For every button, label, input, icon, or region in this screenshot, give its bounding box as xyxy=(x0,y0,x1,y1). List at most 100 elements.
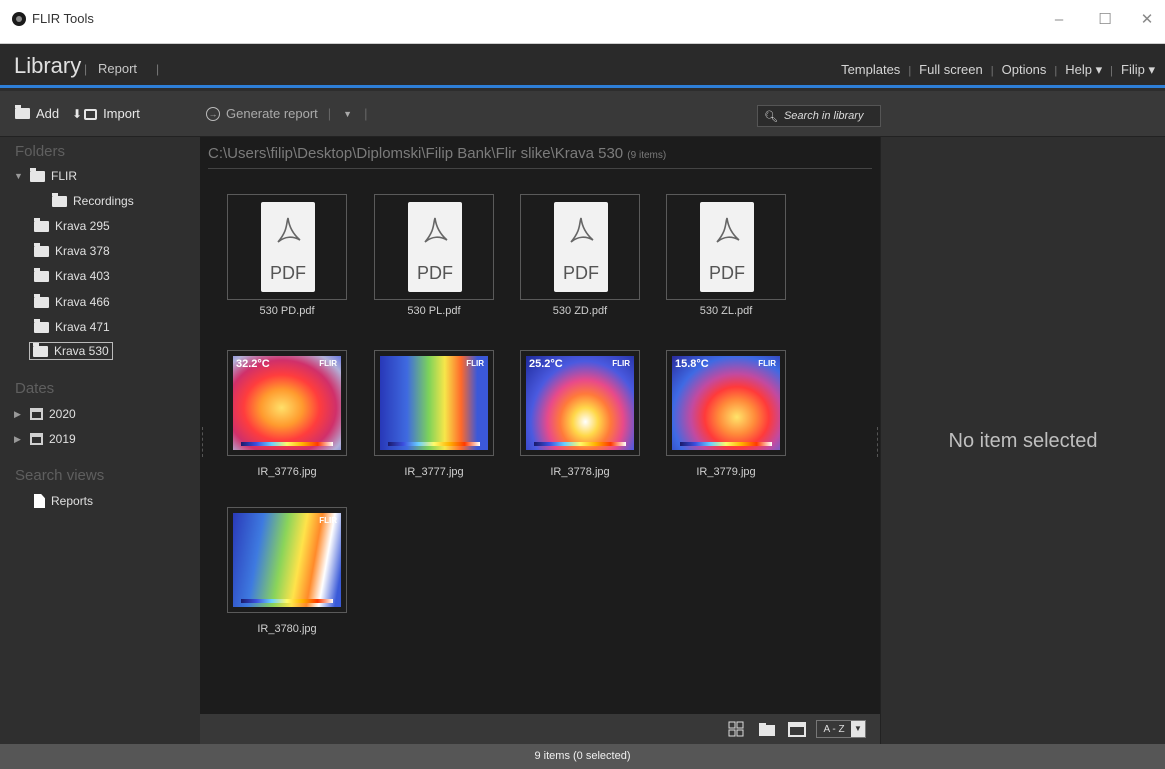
file-thumbnail[interactable]: PDF xyxy=(227,194,347,300)
temperature-readout: 25.2°C xyxy=(529,358,563,370)
report-tab[interactable]: Report xyxy=(98,61,137,76)
folder-icon xyxy=(52,192,67,207)
sort-label: A - Z xyxy=(823,723,845,735)
file-thumbnail[interactable]: FLIR xyxy=(374,350,494,456)
folder-item-krava-471[interactable]: Krava 471 xyxy=(34,318,110,336)
date-item-2020[interactable]: ▶ 2020 xyxy=(14,405,76,423)
file-name[interactable]: IR_3778.jpg xyxy=(520,466,640,478)
folder-item-krava-403[interactable]: Krava 403 xyxy=(34,267,110,285)
folder-label: Krava 403 xyxy=(55,269,110,283)
color-scale-bar xyxy=(241,442,333,446)
folder-label: Krava 471 xyxy=(55,320,110,334)
search-input[interactable]: 🔍︎ Search in library xyxy=(757,105,881,127)
generate-report-label: Generate report xyxy=(226,106,318,121)
generate-report-button[interactable]: → Generate report | ▼ | xyxy=(206,106,367,121)
date-item-2019[interactable]: ▶ 2019 xyxy=(14,430,76,448)
grid-view-icon[interactable] xyxy=(728,721,744,737)
import-label: Import xyxy=(103,106,140,121)
folder-label: Krava 530 xyxy=(54,344,109,358)
minimize-button[interactable]: – xyxy=(1044,8,1074,32)
file-thumbnail[interactable]: PDF xyxy=(374,194,494,300)
window-titlebar: FLIR Tools – ☐ ✕ xyxy=(0,0,1165,44)
thermal-image: FLIR xyxy=(233,513,341,607)
file-thumbnail[interactable]: 25.2°C FLIR xyxy=(520,350,640,456)
expand-arrow-icon[interactable]: ▶ xyxy=(14,409,24,420)
flir-logo: FLIR xyxy=(612,359,630,368)
file-name[interactable]: IR_3779.jpg xyxy=(666,466,786,478)
folder-icon xyxy=(34,217,49,232)
user-menu[interactable]: Filip ▾ xyxy=(1121,62,1155,77)
folder-icon xyxy=(33,342,48,357)
resize-handle[interactable] xyxy=(877,427,878,457)
expand-arrow-icon[interactable]: ▼ xyxy=(14,171,24,181)
library-toolbar: Add ⬇ Import → Generate report | ▼ | xyxy=(0,91,1165,137)
search-placeholder: Search in library xyxy=(783,110,864,122)
file-name[interactable]: 530 PL.pdf xyxy=(374,305,494,317)
library-sidebar: Folders ▼ FLIR Recordings Krava 295 Krav… xyxy=(0,137,200,744)
file-name[interactable]: 530 PD.pdf xyxy=(227,305,347,317)
folder-item-flir[interactable]: ▼ FLIR xyxy=(14,167,77,185)
temperature-readout: 15.8°C xyxy=(675,358,709,370)
expand-arrow-icon[interactable]: ▶ xyxy=(14,434,24,445)
folder-item-krava-378[interactable]: Krava 378 xyxy=(34,242,110,260)
folder-label: FLIR xyxy=(51,169,78,183)
folder-item-recordings[interactable]: Recordings xyxy=(52,192,134,210)
resize-handle[interactable] xyxy=(202,427,203,457)
thermal-image: FLIR xyxy=(380,356,488,450)
pdf-badge: PDF xyxy=(709,263,745,283)
templates-menu[interactable]: Templates xyxy=(841,62,900,77)
calendar-icon xyxy=(30,433,43,445)
options-menu[interactable]: Options xyxy=(1002,62,1047,77)
folder-item-krava-466[interactable]: Krava 466 xyxy=(34,293,110,311)
file-browser: C:\Users\filip\Desktop\Diplomski\Filip B… xyxy=(200,137,880,744)
chevron-down-icon[interactable]: ▼ xyxy=(851,721,865,737)
flir-app-icon xyxy=(12,12,26,26)
file-name[interactable]: IR_3780.jpg xyxy=(227,623,347,635)
menu-right-group: Templates | Full screen | Options | Help ▾ | Fil… xyxy=(841,62,1155,77)
import-button[interactable]: ⬇ Import xyxy=(72,106,140,121)
calendar-view-icon[interactable] xyxy=(788,721,806,737)
folder-item-krava-530[interactable]: Krava 530 xyxy=(29,342,113,360)
color-scale-bar xyxy=(388,442,480,446)
dates-header: Dates xyxy=(15,380,55,397)
calendar-icon xyxy=(30,408,43,420)
file-thumbnail[interactable]: 32.2°C FLIR xyxy=(227,350,347,456)
maximize-button[interactable]: ☐ xyxy=(1090,8,1120,32)
menu-separator: | xyxy=(156,62,160,76)
pdf-badge: PDF xyxy=(417,263,453,283)
folder-icon xyxy=(34,242,49,257)
divider xyxy=(208,168,872,169)
file-thumbnail[interactable]: 15.8°C FLIR xyxy=(666,350,786,456)
toolbar-separator: | xyxy=(364,106,368,121)
color-scale-bar xyxy=(534,442,626,446)
library-tab[interactable]: Library xyxy=(14,53,81,79)
search-view-reports[interactable]: Reports xyxy=(34,492,93,510)
file-name[interactable]: 530 ZL.pdf xyxy=(666,305,786,317)
folder-label: Krava 295 xyxy=(55,219,110,233)
file-thumbnail[interactable]: PDF xyxy=(666,194,786,300)
flir-logo: FLIR xyxy=(319,516,337,525)
help-menu[interactable]: Help ▾ xyxy=(1065,62,1102,77)
close-button[interactable]: ✕ xyxy=(1132,8,1162,32)
folder-view-icon[interactable] xyxy=(758,721,775,737)
file-thumbnail[interactable]: PDF xyxy=(520,194,640,300)
file-name[interactable]: IR_3777.jpg xyxy=(374,466,494,478)
full-screen-menu[interactable]: Full screen xyxy=(919,62,983,77)
file-thumbnail[interactable]: FLIR xyxy=(227,507,347,613)
file-name[interactable]: 530 ZD.pdf xyxy=(520,305,640,317)
folder-label: Krava 466 xyxy=(55,295,110,309)
sort-dropdown[interactable]: A - Z ▼ xyxy=(816,720,866,738)
toolbar-separator: | xyxy=(327,106,332,121)
chevron-down-icon[interactable]: ▼ xyxy=(343,109,352,119)
pdf-icon: PDF xyxy=(554,202,608,292)
import-icon: ⬇ xyxy=(72,107,98,121)
document-icon xyxy=(34,494,45,508)
file-name[interactable]: IR_3776.jpg xyxy=(227,466,347,478)
search-view-label: Reports xyxy=(51,494,94,508)
thermal-image: 15.8°C FLIR xyxy=(672,356,780,450)
folder-icon xyxy=(34,318,49,333)
add-button[interactable]: Add xyxy=(15,105,60,121)
add-label: Add xyxy=(36,106,60,121)
folder-item-krava-295[interactable]: Krava 295 xyxy=(34,217,110,235)
pdf-icon: PDF xyxy=(408,202,462,292)
